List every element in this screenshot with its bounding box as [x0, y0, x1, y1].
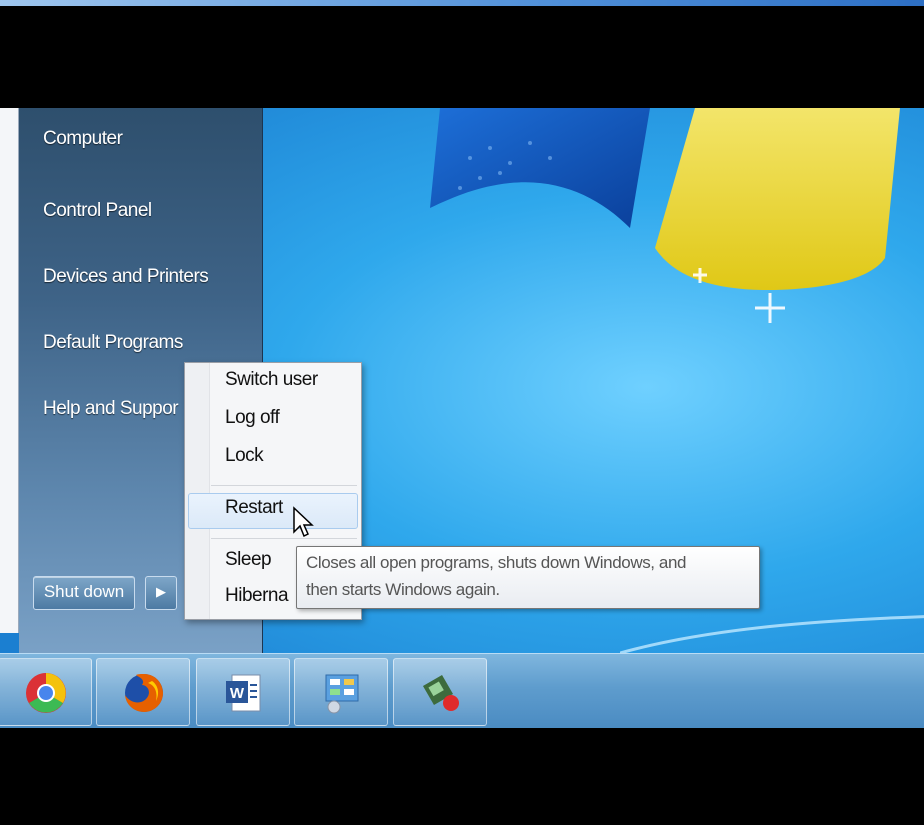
tooltip-line-1: Closes all open programs, shuts down Win… [306, 553, 687, 572]
taskbar-button-app[interactable] [393, 658, 487, 726]
menu-item-restart[interactable]: Restart [225, 497, 283, 519]
menu-item-sleep[interactable]: Sleep [225, 549, 272, 571]
start-item-computer[interactable]: Computer [43, 128, 123, 150]
start-item-help-and-support[interactable]: Help and Suppor [43, 398, 179, 420]
menu-item-log-off[interactable]: Log off [225, 407, 280, 429]
shutdown-options-arrow[interactable]: ▶ [145, 576, 177, 610]
menu-separator [211, 538, 357, 539]
taskbar-button-firefox[interactable] [96, 658, 190, 726]
menu-item-switch-user[interactable]: Switch user [225, 369, 318, 391]
mouse-pointer-icon [293, 506, 314, 538]
menu-item-hibernate[interactable]: Hiberna [225, 585, 289, 607]
chrome-icon [26, 673, 66, 713]
wallpaper-blue-pane [430, 108, 650, 228]
app-icon [422, 674, 459, 711]
taskbar-button-word[interactable]: W [196, 658, 290, 726]
restart-tooltip: Closes all open programs, shuts down Win… [296, 546, 760, 609]
taskbar: W [0, 653, 924, 728]
firefox-icon [125, 674, 163, 712]
start-item-devices-and-printers[interactable]: Devices and Printers [43, 266, 209, 288]
desktop: Computer Control Panel Devices and Print… [0, 108, 924, 728]
control-panel-icon [325, 674, 359, 714]
menu-item-lock[interactable]: Lock [225, 445, 264, 467]
programs-pane [0, 108, 19, 633]
menu-separator [211, 485, 357, 486]
taskbar-button-chrome[interactable] [0, 658, 92, 726]
tooltip-line-2: then starts Windows again. [306, 580, 500, 599]
word-icon: W [226, 674, 261, 712]
start-item-default-programs[interactable]: Default Programs [43, 332, 183, 354]
shutdown-button[interactable]: Shut down [33, 576, 135, 610]
svg-text:W: W [230, 685, 245, 702]
start-item-control-panel[interactable]: Control Panel [43, 200, 152, 222]
top-strip [0, 0, 924, 6]
taskbar-button-control-panel[interactable] [294, 658, 388, 726]
menu-gutter [185, 363, 210, 619]
wallpaper-yellow-pane [655, 108, 900, 323]
